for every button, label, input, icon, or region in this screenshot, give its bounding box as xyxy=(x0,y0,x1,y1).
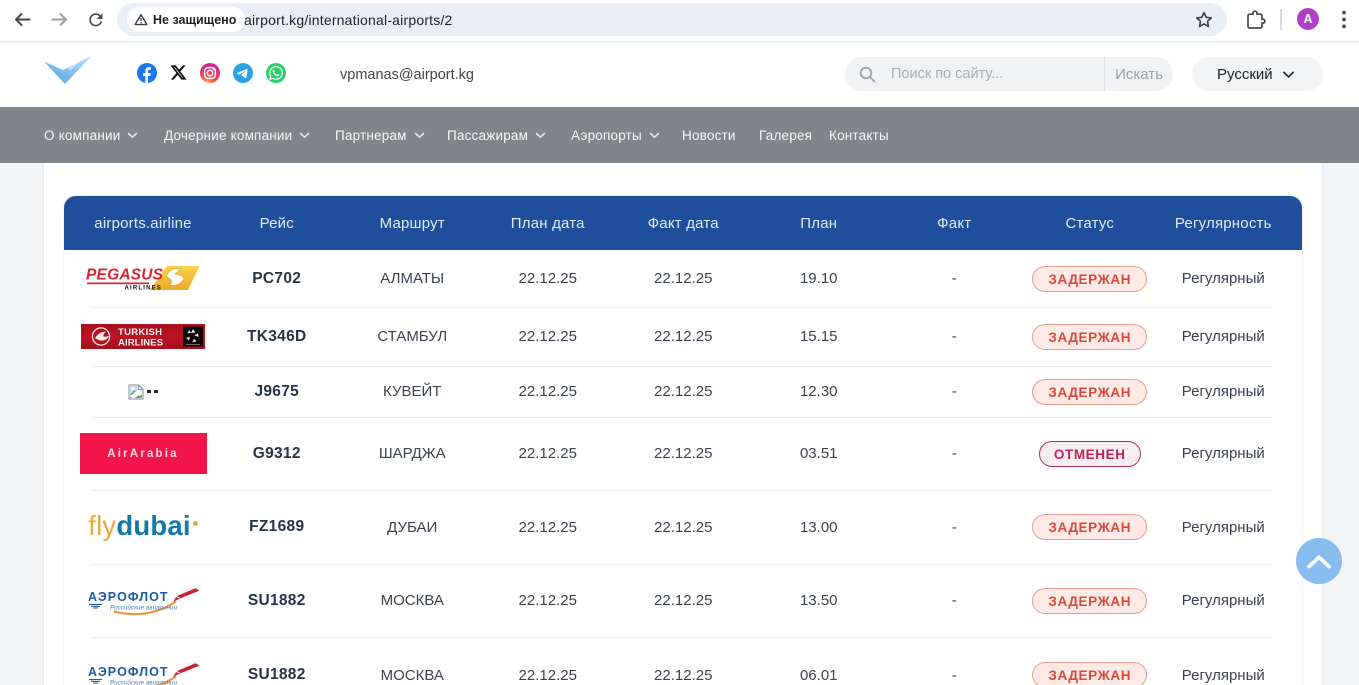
svg-text:PEGASUS: PEGASUS xyxy=(86,267,164,284)
svg-text:Российские авиалинии: Российские авиалинии xyxy=(110,678,178,685)
svg-text:AIRLINES: AIRLINES xyxy=(118,338,163,349)
svg-text:AIRLINES: AIRLINES xyxy=(125,286,163,292)
svg-text:АЭРОФЛОТ: АЭРОФЛОТ xyxy=(88,665,169,679)
svg-text:АЭРОФЛОТ: АЭРОФЛОТ xyxy=(88,590,169,604)
svg-text:Российские авиалинии: Российские авиалинии xyxy=(110,604,178,612)
svg-text:TURKISH: TURKISH xyxy=(118,327,162,338)
